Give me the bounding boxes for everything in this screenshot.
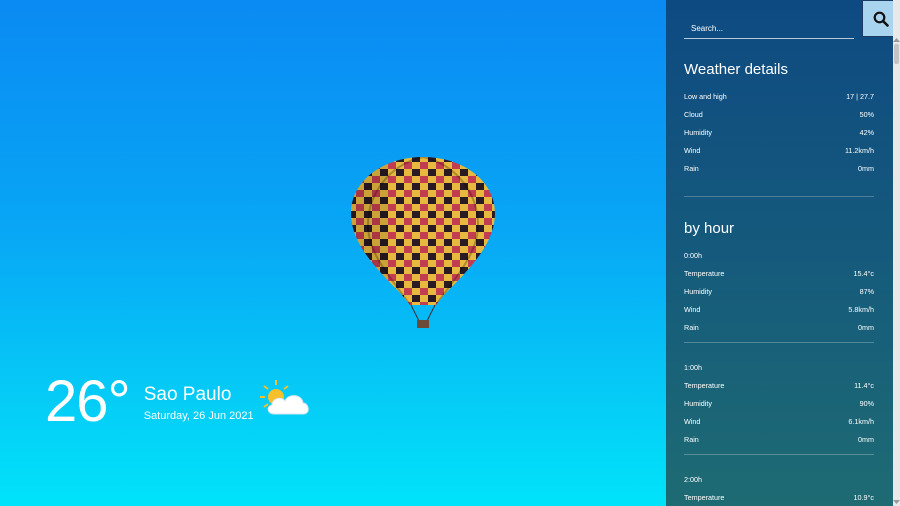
weather-details-list: Low and high 17 | 27.7 Cloud 50% Humidity 4… [684,88,874,178]
hour-row: Humidity 90% [684,399,874,408]
current-weather: 26° Sao Paulo Saturday, 26 Jun 2021 [45,370,312,434]
detail-row: Humidity 42% [684,128,874,137]
hour-label: 2:00h [684,475,702,484]
scrollbar-thumb[interactable] [894,44,899,64]
divider [684,342,874,343]
search-input[interactable] [684,19,854,39]
scroll-up-arrow-icon[interactable] [893,38,900,42]
hour-row: Humidity 87% [684,287,874,296]
location-block: Sao Paulo Saturday, 26 Jun 2021 [144,384,254,423]
detail-row: Rain 0mm [684,164,874,173]
detail-row: Low and high 17 | 27.7 [684,92,874,101]
hour-row: Temperature 15.4°c [684,269,874,278]
divider [684,454,874,455]
search-icon [873,11,889,27]
scroll-down-arrow-icon[interactable] [893,500,900,504]
hour-row: Wind 6.1km/h [684,417,874,426]
hour-block: 1:00h Temperature 11.4°c Humidity 90% Wind… [684,359,874,449]
current-temperature: 26° [45,369,131,434]
hot-air-balloon-image [351,157,495,328]
hour-row: Temperature 11.4°c [684,381,874,390]
detail-row: Cloud 50% [684,110,874,119]
search-bar [684,18,854,39]
hour-row: Wind 5.8km/h [684,305,874,314]
hour-row: Rain 0mm [684,435,874,444]
weather-sidebar: Weather details Low and high17 | 27.7 Cl… [666,0,893,506]
detail-row: Wind 11.2km/h [684,146,874,155]
current-date: Saturday, 26 Jun 2021 [143,410,254,422]
hour-label: 0:00h [684,251,702,260]
by-hour-title: by hour [684,220,735,237]
hour-label: 1:00h [684,363,702,372]
weather-details-title: Weather details [684,61,788,78]
divider [684,196,874,197]
city-name: Sao Paulo [143,384,232,405]
partly-cloudy-icon [259,380,309,415]
hour-block: 2:00h Temperature 10.9°c [684,471,874,506]
hour-block: 0:00h Temperature 15.4°c Humidity 87% Wind… [684,247,874,337]
hour-row: Rain 0mm [684,323,874,332]
sidebar-scrollbar[interactable] [893,0,900,506]
hour-row: Temperature 10.9°c [684,493,874,502]
